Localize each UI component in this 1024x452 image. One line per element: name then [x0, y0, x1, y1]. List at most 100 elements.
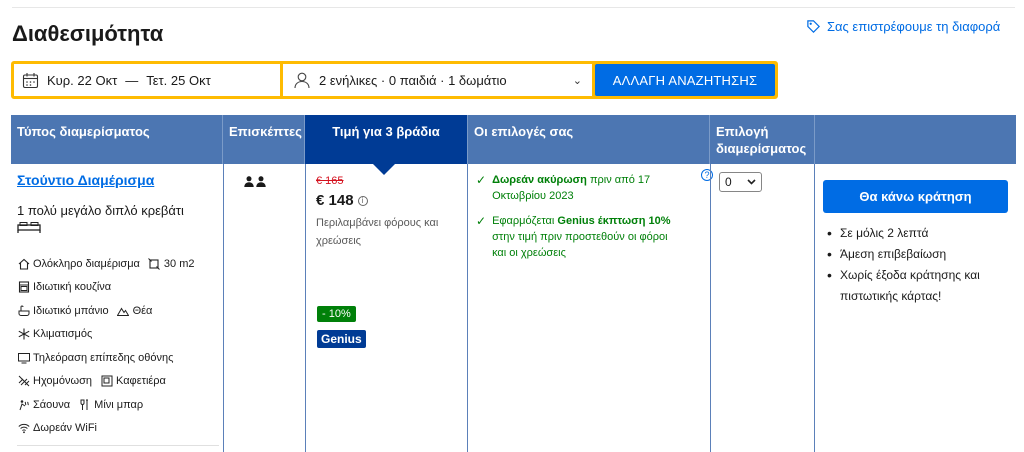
facility-label: Δωρεάν WiFi — [33, 422, 98, 435]
guests-selector[interactable]: 2 ενήλικες · 0 παιδιά · 1 δωμάτιο ⌄ — [283, 64, 592, 96]
benefit-item: Σε μόλις 2 λεπτά — [823, 223, 1008, 244]
soundproof-icon — [17, 375, 30, 388]
price-cell: € 165 € 148 i Περιλαμβάνει φόρους και χρ… — [305, 164, 468, 452]
top-divider — [12, 7, 1015, 8]
facility-row: Κλιματισμός — [17, 323, 223, 347]
facility-label: Ιδιωτική κουζίνα — [33, 281, 112, 294]
facility-row: Ολόκληρο διαμέρισμα 30 m2 — [17, 252, 223, 276]
sauna-icon — [17, 398, 30, 411]
chevron-down-icon — [747, 179, 756, 185]
genius-prefix: Εφαρμόζεται — [492, 215, 555, 227]
current-price: € 148 — [316, 192, 354, 209]
bath-icon — [17, 304, 30, 317]
chevron-down-icon: ⌄ — [572, 75, 582, 87]
facility-label: Καφετιέρα — [116, 375, 166, 388]
guest-capacity-icons — [244, 174, 266, 192]
facility-row: Ηχομόνωση Καφετιέρα — [17, 370, 223, 394]
person-icon — [294, 72, 310, 89]
home-icon — [17, 257, 30, 270]
header-price[interactable]: Τιμή για 3 βράδια — [305, 115, 468, 175]
genius-badge: Genius — [317, 330, 366, 348]
header-guests: Επισκέπτες — [223, 115, 305, 164]
select-cell: 0 — [710, 164, 815, 452]
facility-item: 30 m2 — [148, 257, 195, 270]
check-icon: ✓ — [476, 214, 487, 228]
booking-benefits: Σε μόλις 2 λεπτάΆμεση επιβεβαίωσηΧωρίς έ… — [823, 223, 1008, 307]
facility-label: Ηχομόνωση — [33, 375, 92, 388]
facility-label: Ολόκληρο διαμέρισμα — [33, 257, 140, 270]
ac-icon — [17, 328, 30, 341]
tag-icon — [807, 20, 820, 33]
date-picker[interactable]: Κυρ. 22 Οκτ — Τετ. 25 Οκτ — [14, 64, 280, 96]
options-cell: ✓ Δωρεάν ακύρωση πριν από 17 Οκτωβρίου 2… — [468, 164, 713, 452]
page-title: Διαθεσιμότητα — [12, 21, 164, 46]
person-icon — [256, 174, 266, 192]
genius-discount-label: Genius έκπτωση 10% — [557, 215, 671, 227]
room-type-cell: Στούντιο Διαμέρισμα 1 πολύ μεγάλο διπλό … — [11, 164, 223, 452]
free-cancel-label: Δωρεάν ακύρωση — [492, 174, 587, 186]
search-bar: Κυρ. 22 Οκτ — Τετ. 25 Οκτ 2 ενήλικες · 0… — [11, 61, 778, 99]
facilities-list: Ολόκληρο διαμέρισμα 30 m2 Ιδιωτική κουζίνα… — [17, 252, 223, 440]
wifi-icon — [17, 422, 30, 435]
minibar-icon — [78, 398, 91, 411]
coffee-icon — [100, 375, 113, 388]
facility-item: Θέα — [117, 304, 153, 317]
view-icon — [117, 304, 130, 317]
facility-item: Ιδιωτικό μπάνιο — [17, 304, 109, 317]
facility-row: Τηλεόραση επίπεδης οθόνης — [17, 346, 223, 370]
original-price: € 165 — [316, 175, 344, 187]
facility-label: Μίνι μπαρ — [94, 398, 144, 411]
facility-item: Καφετιέρα — [100, 375, 166, 388]
price-match-link[interactable]: Σας επιστρέφουμε τη διαφορά — [806, 19, 1000, 34]
table-header: Τύπος διαμερίσματος Επισκέπτες Τιμή για … — [11, 115, 1016, 175]
check-icon: ✓ — [476, 173, 487, 187]
info-icon[interactable]: i — [357, 195, 368, 206]
facility-item: Σάουνα — [17, 398, 70, 411]
guests-summary: 2 ενήλικες · 0 παιδιά · 1 δωμάτιο — [319, 72, 507, 88]
double-bed-icon — [17, 222, 41, 233]
facility-label: Ιδιωτικό μπάνιο — [33, 304, 109, 317]
calendar-icon — [22, 72, 39, 88]
price-match-label: Σας επιστρέφουμε τη διαφορά — [827, 19, 1001, 34]
person-icon — [244, 174, 254, 192]
facility-row: Δωρεάν WiFi — [17, 417, 223, 441]
facility-item: Κλιματισμός — [17, 328, 92, 341]
facility-label: 30 m2 — [163, 257, 195, 270]
rooms-table: Τύπος διαμερίσματος Επισκέπτες Τιμή για … — [11, 115, 1016, 452]
facility-item: Ιδιωτική κουζίνα — [17, 281, 111, 294]
facility-item: Μίνι μπαρ — [78, 398, 143, 411]
tv-icon — [17, 351, 30, 364]
row-divider — [17, 445, 219, 446]
header-book — [815, 115, 1016, 164]
date-separator: — — [125, 72, 139, 88]
header-select: Επιλογή διαμερίσματος — [710, 115, 815, 164]
quantity-value: 0 — [725, 175, 732, 189]
change-search-button[interactable]: ΑΛΛΑΓΗ ΑΝΑΖΗΤΗΣΗΣ — [595, 64, 775, 96]
facility-item: Δωρεάν WiFi — [17, 422, 97, 435]
facility-item: Τηλεόραση επίπεδης οθόνης — [17, 351, 173, 364]
genius-discount-note: ✓ Εφαρμόζεται Genius έκπτωση 10% στην τι… — [476, 213, 676, 261]
reserve-button[interactable]: Θα κάνω κράτηση — [823, 180, 1008, 213]
size-icon — [148, 257, 161, 270]
booking-cell: Θα κάνω κράτηση Σε μόλις 2 λεπτάΆμεση επ… — [815, 164, 1016, 452]
header-options: Οι επιλογές σας — [468, 115, 710, 164]
facility-label: Σάουνα — [33, 398, 71, 411]
room-quantity-select[interactable]: 0 — [719, 172, 762, 192]
benefit-item: Άμεση επιβεβαίωση — [823, 244, 1008, 265]
facility-row: Ιδιωτική κουζίνα — [17, 276, 223, 300]
checkout-date: Τετ. 25 Οκτ — [146, 72, 211, 88]
tax-note: Περιλαμβάνει φόρους και χρεώσεις — [316, 217, 439, 247]
room-name-link[interactable]: Στούντιο Διαμέρισμα — [17, 172, 154, 188]
current-price-row: € 148 i — [316, 192, 368, 209]
header-room-type: Τύπος διαμερίσματος — [11, 115, 223, 164]
bed-info: 1 πολύ μεγάλο διπλό κρεβάτι — [17, 203, 184, 218]
facility-row: Σάουνα Μίνι μπαρ — [17, 393, 223, 417]
facility-row: Ιδιωτικό μπάνιο Θέα — [17, 299, 223, 323]
facility-label: Κλιματισμός — [33, 328, 93, 341]
checkin-date: Κυρ. 22 Οκτ — [47, 72, 118, 88]
genius-detail: στην τιμή πριν προστεθούν οι φόροι και ο… — [492, 231, 668, 259]
kitchen-icon — [17, 281, 30, 294]
benefit-item: Χωρίς έξοδα κράτησης και πιστωτικής κάρτ… — [823, 265, 1008, 307]
facility-label: Θέα — [132, 304, 153, 317]
facility-label: Τηλεόραση επίπεδης οθόνης — [33, 351, 174, 364]
